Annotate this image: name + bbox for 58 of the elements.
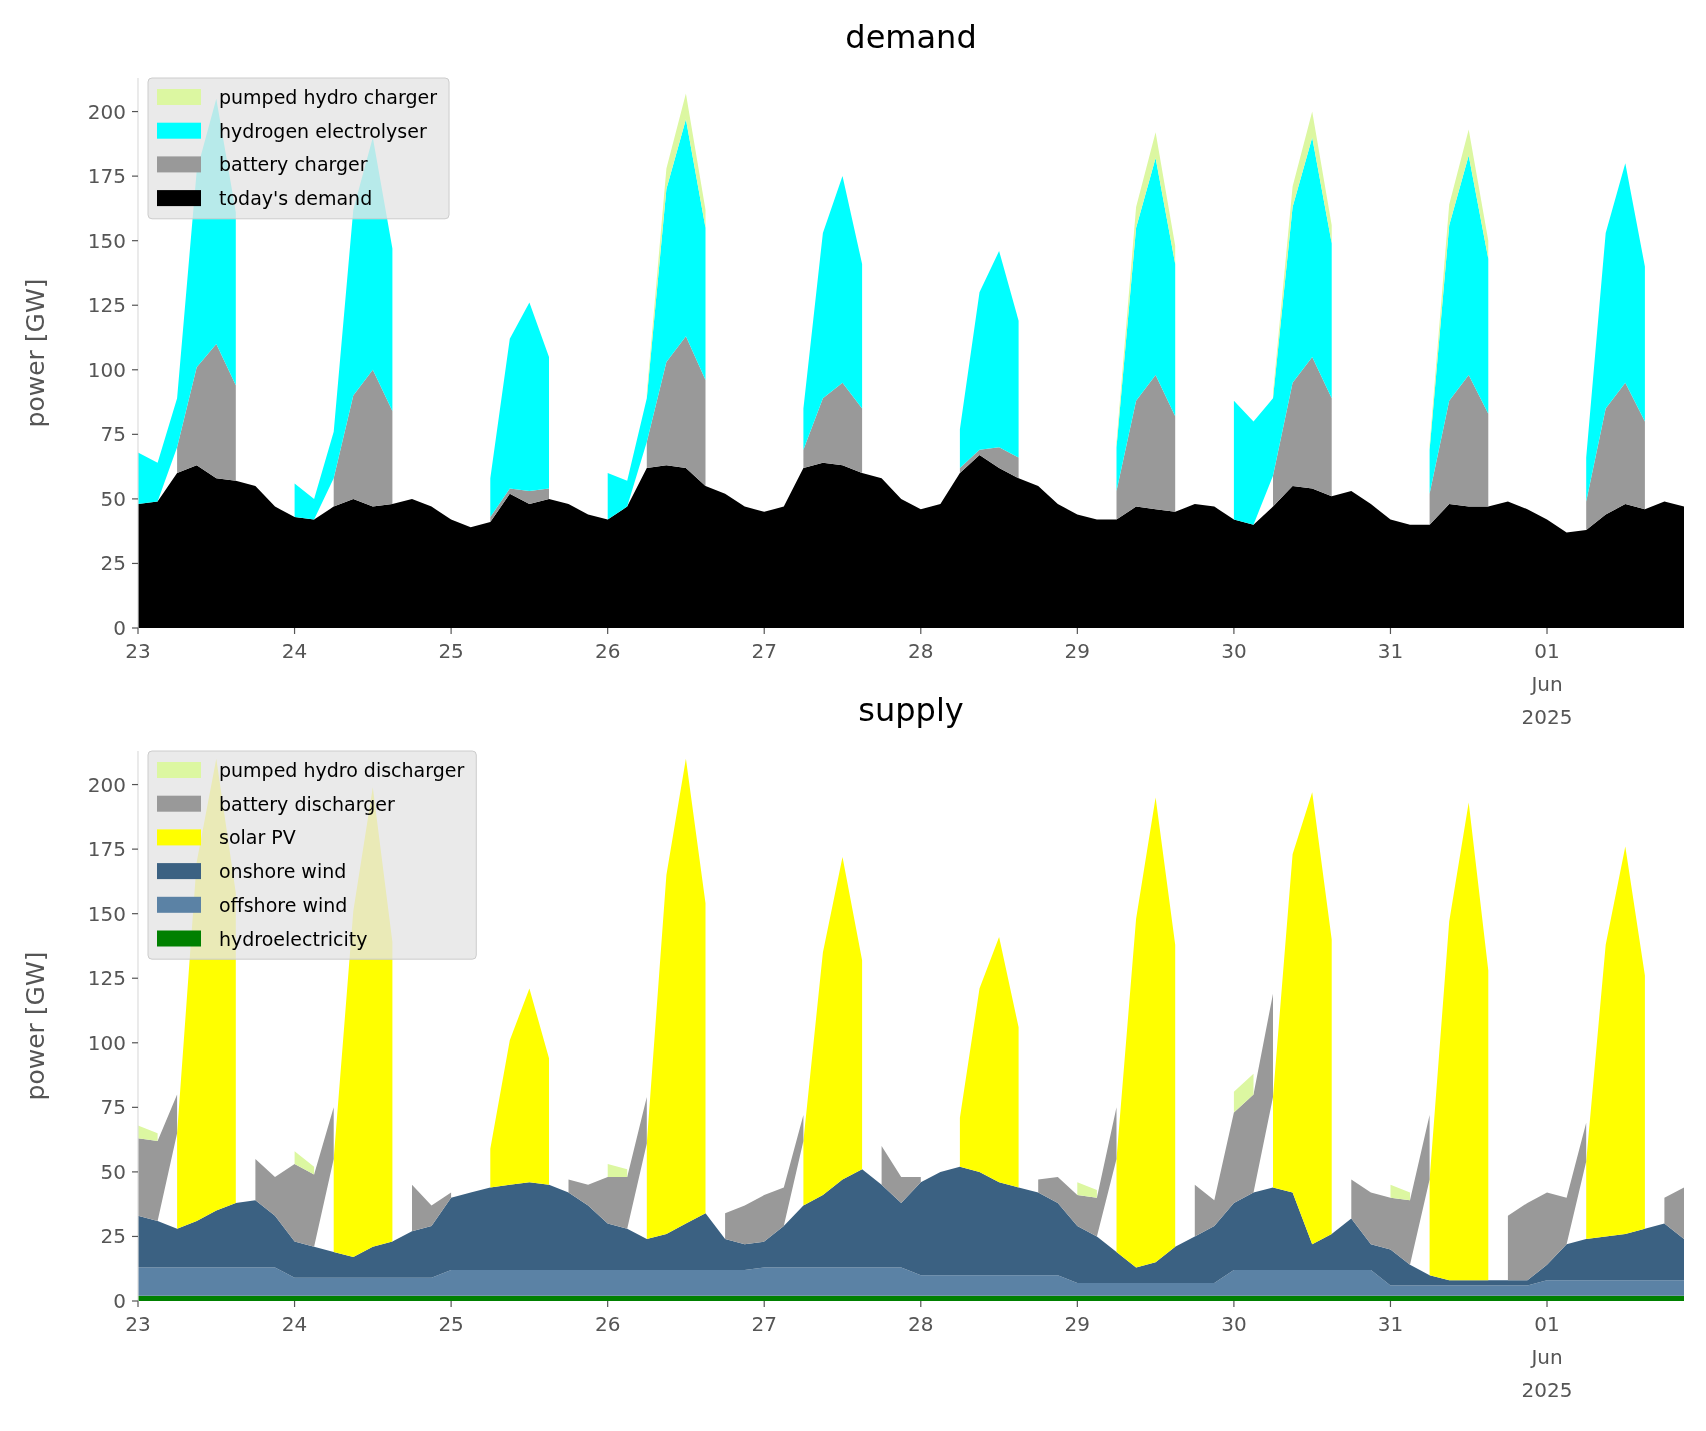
tick-label: 75 (100, 422, 126, 447)
tick-label: 26 (594, 639, 621, 663)
legend-swatch (157, 89, 201, 105)
legend-swatch (157, 829, 201, 846)
tick-label: 75 (100, 1095, 126, 1120)
legend-label: hydrogen electrolyser (219, 119, 427, 142)
tick-label: 23 (125, 1312, 151, 1336)
tick-label: 01 Jun 2025 (1521, 1312, 1573, 1402)
chart-title: demand (845, 18, 977, 56)
tick-label: 31 (1377, 639, 1404, 663)
tick-label: 01 Jun 2025 (1521, 639, 1573, 729)
legend-swatch (157, 156, 201, 173)
tick-label: 125 (87, 293, 126, 318)
tick-label: 30 (1221, 1312, 1247, 1336)
tick-label: 24 (281, 1312, 308, 1336)
legend-label: onshore wind (219, 860, 347, 883)
legend-swatch (157, 863, 201, 880)
tick-label: 200 (87, 99, 126, 124)
tick-label: 125 (87, 966, 126, 991)
tick-label: 31 (1377, 1312, 1404, 1336)
legend-swatch (157, 762, 201, 778)
tick-label: 29 (1064, 1312, 1091, 1336)
legend-label: pumped hydro discharger (219, 759, 465, 781)
tick-label: 27 (751, 1312, 777, 1336)
tick-label: 24 (281, 639, 308, 663)
tick-label: 27 (751, 639, 777, 663)
tick-label: 175 (87, 837, 126, 862)
tick-label: 0 (113, 616, 126, 640)
chart-title: supply (858, 691, 964, 729)
tick-label: 28 (908, 1312, 934, 1336)
tick-label: 150 (87, 901, 126, 926)
tick-label: 50 (100, 1159, 126, 1184)
axis-label: power [GW] (21, 951, 50, 1101)
tick-label: 25 (100, 1224, 126, 1249)
legend-label: today's demand (219, 187, 373, 210)
legend-label: hydroelectricity (219, 927, 368, 950)
tick-label: 23 (125, 639, 151, 663)
tick-label: 200 (87, 772, 126, 797)
tick-label: 25 (438, 1312, 464, 1336)
axis-label: power [GW] (21, 278, 50, 428)
legend-label: offshore wind (219, 893, 348, 916)
tick-label: 26 (594, 1312, 621, 1336)
tick-label: 150 (87, 228, 126, 253)
tick-label: 100 (87, 1030, 126, 1055)
tick-label: 29 (1064, 639, 1091, 663)
tick-label: 30 (1221, 639, 1247, 663)
tick-label: 0 (113, 1289, 126, 1313)
tick-label: 25 (100, 551, 126, 576)
legend-label: battery charger (219, 153, 368, 176)
legend-label: solar PV (219, 826, 296, 849)
legend-label: battery discharger (219, 792, 395, 815)
tick-label: 28 (908, 639, 934, 663)
legend-label: pumped hydro charger (219, 86, 438, 108)
tick-label: 50 (100, 486, 126, 511)
tick-label: 25 (438, 639, 464, 663)
tick-label: 175 (87, 164, 126, 189)
legend-swatch (157, 190, 201, 207)
tick-label: 100 (87, 357, 126, 382)
